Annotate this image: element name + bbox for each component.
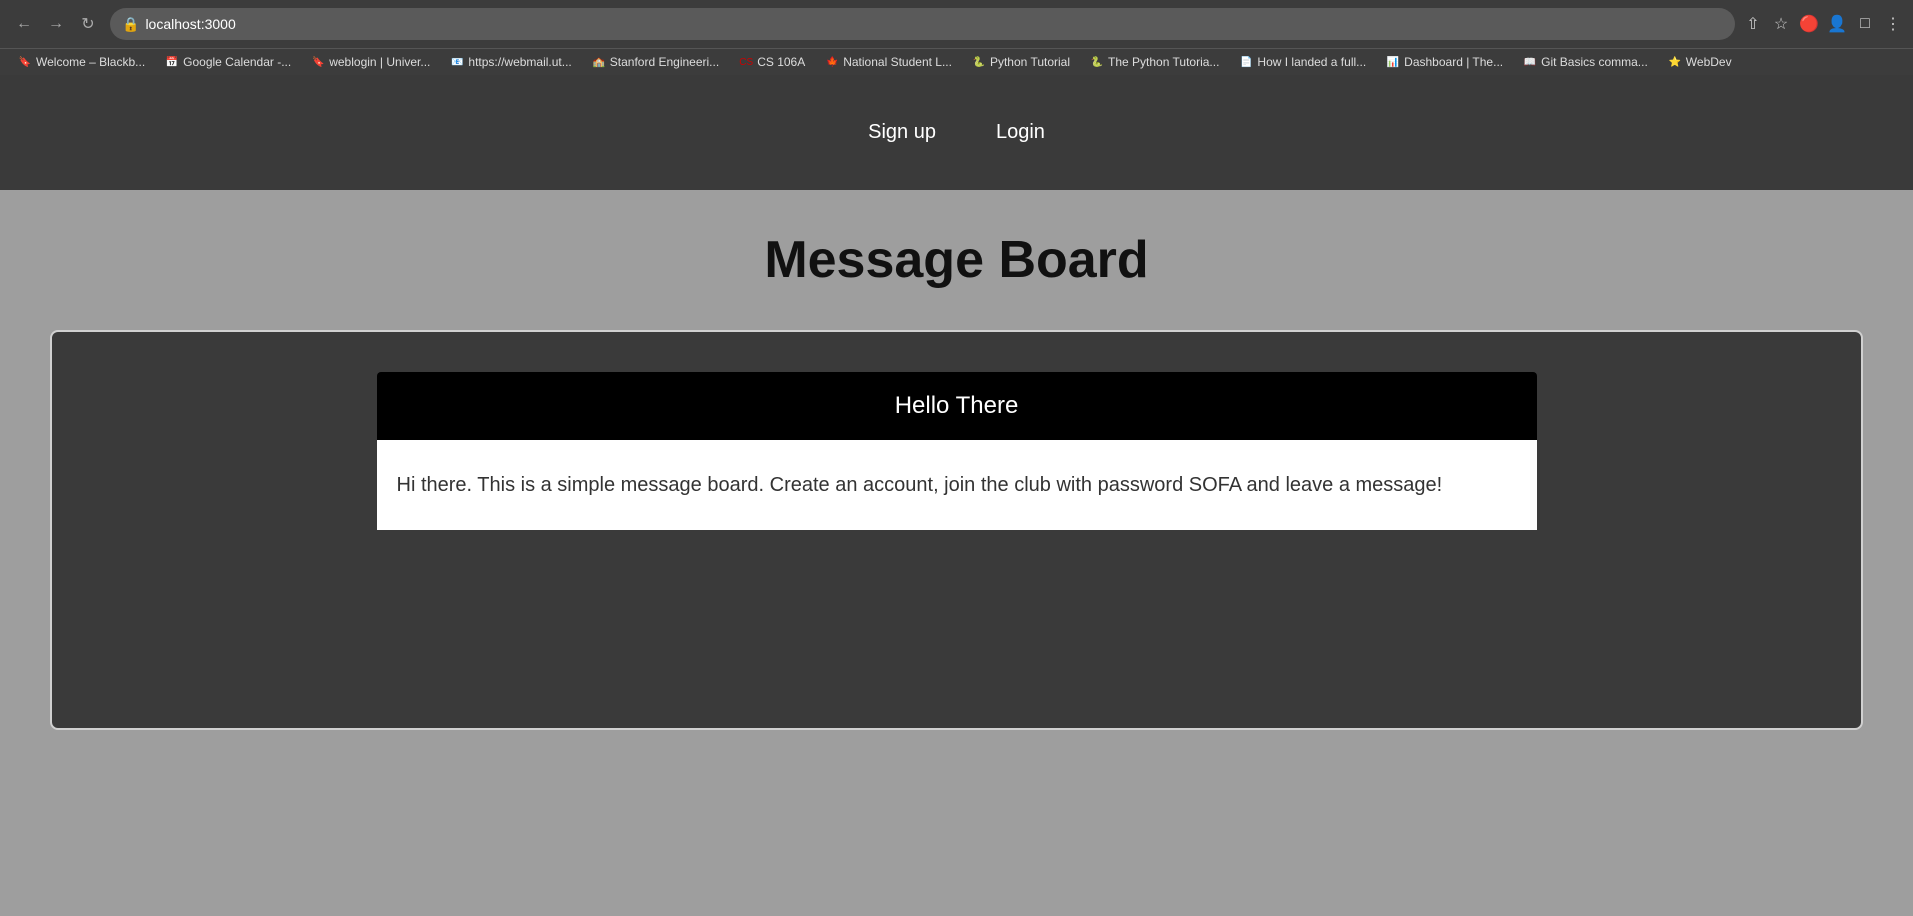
bookmark-favicon-dashboard: 📊 xyxy=(1386,55,1400,69)
address-bar-container: 🔒 xyxy=(110,8,1735,40)
bookmarks-bar: 🔖 Welcome – Blackb... 📅 Google Calendar … xyxy=(0,48,1913,75)
bookmark-favicon-stanford: 🏫 xyxy=(592,55,606,69)
bookmark-label-stanford: Stanford Engineeri... xyxy=(610,55,719,69)
window-icon[interactable]: □ xyxy=(1855,14,1875,34)
navbar: Sign up Login xyxy=(0,75,1913,190)
navbar-links: Sign up Login xyxy=(868,121,1045,144)
bookmark-python-tutorial[interactable]: 🐍 The Python Tutoria... xyxy=(1082,53,1227,71)
message-text: Hi there. This is a simple message board… xyxy=(397,470,1517,500)
page-title: Message Board xyxy=(50,230,1863,290)
forward-button[interactable]: → xyxy=(42,10,70,38)
browser-chrome: ← → ↻ 🔒 ⇧ ☆ 🔴 👤 □ ⋮ 🔖 Welcome – Blackb..… xyxy=(0,0,1913,75)
signup-link[interactable]: Sign up xyxy=(868,121,936,144)
bookmark-favicon-how-i-landed: 📄 xyxy=(1239,55,1253,69)
bookmark-label-webmail: https://webmail.ut... xyxy=(468,55,571,69)
bookmark-how-i-landed[interactable]: 📄 How I landed a full... xyxy=(1231,53,1374,71)
bookmark-label-dashboard: Dashboard | The... xyxy=(1404,55,1503,69)
bookmark-cs106a[interactable]: CS CS 106A xyxy=(731,53,813,71)
browser-toolbar: ← → ↻ 🔒 ⇧ ☆ 🔴 👤 □ ⋮ xyxy=(0,0,1913,48)
bookmark-welcome[interactable]: 🔖 Welcome – Blackb... xyxy=(10,53,153,71)
bookmark-favicon-webdev: ⭐ xyxy=(1668,55,1682,69)
lock-icon: 🔒 xyxy=(122,16,139,33)
bookmark-dashboard[interactable]: 📊 Dashboard | The... xyxy=(1378,53,1511,71)
page-content: Sign up Login Message Board Hello There … xyxy=(0,75,1913,916)
bookmark-favicon-national: 🍁 xyxy=(825,55,839,69)
bookmark-label-python: Python Tutorial xyxy=(990,55,1070,69)
bookmark-label-cs106a: CS 106A xyxy=(757,55,805,69)
menu-icon[interactable]: ⋮ xyxy=(1883,14,1903,34)
bookmark-label-how-i-landed: How I landed a full... xyxy=(1257,55,1366,69)
bookmark-label-git: Git Basics comma... xyxy=(1541,55,1648,69)
bookmark-favicon-python: 🐍 xyxy=(972,55,986,69)
bookmark-label-calendar: Google Calendar -... xyxy=(183,55,291,69)
main-content: Message Board Hello There Hi there. This… xyxy=(0,190,1913,770)
bookmark-label-welcome: Welcome – Blackb... xyxy=(36,55,145,69)
browser-actions: ⇧ ☆ 🔴 👤 □ ⋮ xyxy=(1743,14,1903,34)
bookmark-favicon-python-tutorial: 🐍 xyxy=(1090,55,1104,69)
bookmark-label-weblogin: weblogin | Univer... xyxy=(329,55,430,69)
bookmark-icon[interactable]: ☆ xyxy=(1771,14,1791,34)
message-card: Hello There xyxy=(377,372,1537,440)
bookmark-label-national: National Student L... xyxy=(843,55,952,69)
back-button[interactable]: ← xyxy=(10,10,38,38)
message-username: Hello There xyxy=(895,392,1019,419)
bookmark-webmail[interactable]: 📧 https://webmail.ut... xyxy=(442,53,579,71)
bookmark-stanford[interactable]: 🏫 Stanford Engineeri... xyxy=(584,53,727,71)
bookmark-calendar[interactable]: 📅 Google Calendar -... xyxy=(157,53,299,71)
bookmark-favicon-weblogin: 🔖 xyxy=(311,55,325,69)
bookmark-national[interactable]: 🍁 National Student L... xyxy=(817,53,960,71)
bookmark-favicon-cs106a: CS xyxy=(739,55,753,69)
bookmark-python[interactable]: 🐍 Python Tutorial xyxy=(964,53,1078,71)
login-link[interactable]: Login xyxy=(996,121,1045,144)
address-bar[interactable] xyxy=(145,16,1723,32)
share-icon[interactable]: ⇧ xyxy=(1743,14,1763,34)
bookmark-favicon-webmail: 📧 xyxy=(450,55,464,69)
browser-nav-buttons: ← → ↻ xyxy=(10,10,102,38)
bookmark-label-webdev: WebDev xyxy=(1686,55,1732,69)
bookmark-webdev[interactable]: ⭐ WebDev xyxy=(1660,53,1740,71)
bookmark-git[interactable]: 📖 Git Basics comma... xyxy=(1515,53,1656,71)
reload-button[interactable]: ↻ xyxy=(74,10,102,38)
message-body: Hi there. This is a simple message board… xyxy=(377,440,1537,530)
bookmark-favicon-welcome: 🔖 xyxy=(18,55,32,69)
profile-icon[interactable]: 👤 xyxy=(1827,14,1847,34)
extensions-icon[interactable]: 🔴 xyxy=(1799,14,1819,34)
bookmark-label-python-tutorial: The Python Tutoria... xyxy=(1108,55,1219,69)
bookmark-favicon-calendar: 📅 xyxy=(165,55,179,69)
bookmark-favicon-git: 📖 xyxy=(1523,55,1537,69)
message-board-container: Hello There Hi there. This is a simple m… xyxy=(50,330,1863,730)
bookmark-weblogin[interactable]: 🔖 weblogin | Univer... xyxy=(303,53,438,71)
